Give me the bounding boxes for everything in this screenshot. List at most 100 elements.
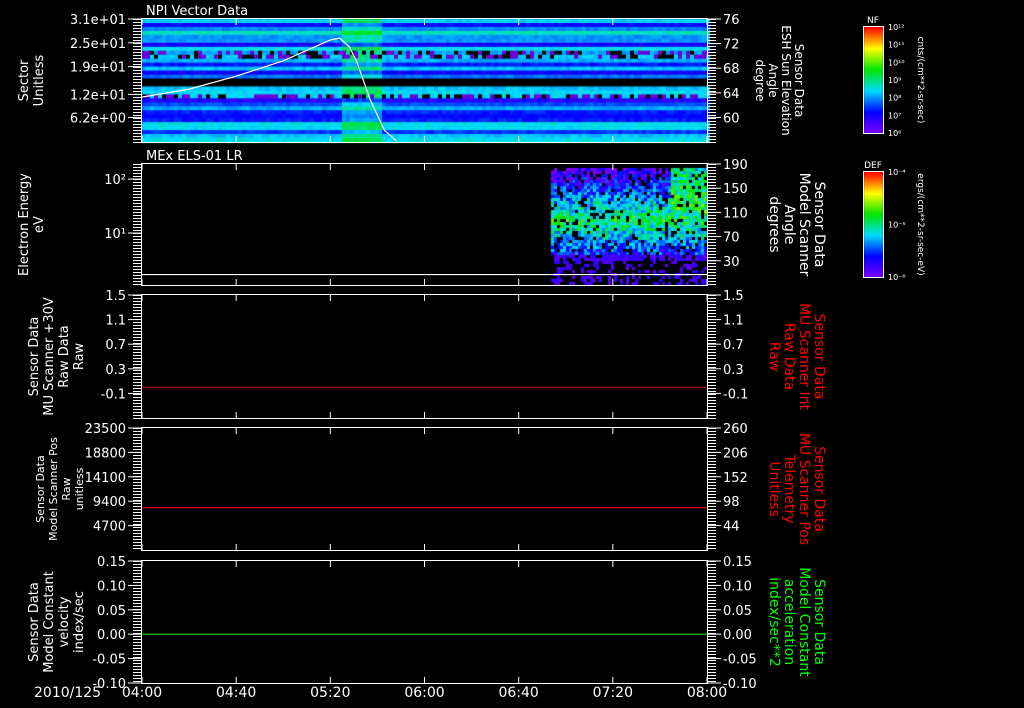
- right-tick-label: 150: [723, 182, 748, 197]
- x-tick-label: 04:40: [216, 685, 256, 701]
- right-tick-label: 1.1: [723, 314, 744, 329]
- right-tick-label: -0.10: [723, 677, 757, 692]
- panel-frame: [141, 560, 708, 684]
- right-axis-label: MU Scanner Pos: [796, 433, 812, 545]
- plot-window: 2010/125 NF 10¹² 10¹¹ 10¹⁰ 10⁹ 10⁸ 10⁷ 10⁶ cnts/…: [0, 0, 1024, 708]
- right-axis-label: Sensor Data: [811, 182, 827, 268]
- left-tick-label: 0.10: [97, 579, 126, 594]
- left-tick-label: 10²: [104, 173, 126, 188]
- right-axis-label: Angle: [781, 205, 797, 245]
- def-colorbar-tick: 10⁻⁵: [888, 221, 906, 230]
- nf-colorbar: [863, 26, 884, 134]
- right-tick-label: 0.7: [723, 338, 744, 353]
- nf-colorbar-tick: 10¹⁰: [888, 58, 905, 67]
- panel-title: MEx ELS-01 LR: [146, 149, 243, 164]
- right-axis-label: Sensor Data: [811, 446, 827, 532]
- left-tick-label: 23500: [85, 422, 126, 437]
- left-tick-label: 0.7: [105, 338, 126, 353]
- right-axis-label: Model Scanner: [796, 173, 812, 277]
- left-axis-label: Raw: [72, 342, 87, 370]
- right-tick-label: 0.3: [723, 363, 744, 378]
- right-tick-label: 152: [723, 471, 748, 486]
- right-tick-label: 0.05: [723, 604, 752, 619]
- right-tick-label: -0.1: [723, 387, 748, 402]
- left-tick-label: 0.05: [97, 604, 126, 619]
- right-axis-label: Telemetry: [781, 453, 797, 523]
- right-axis-label: Sensor Data: [811, 314, 827, 400]
- nf-colorbar-tick: 10¹¹: [888, 41, 905, 50]
- x-tick-label: 08:00: [687, 685, 727, 701]
- right-tick-label: 1.5: [723, 289, 744, 304]
- nf-colorbar-tick: 10⁶: [888, 129, 901, 138]
- panel-title: NPI Vector Data: [146, 4, 248, 19]
- def-colorbar-tick: 10⁻⁴: [888, 168, 906, 177]
- left-tick-label: 18800: [85, 446, 126, 461]
- right-tick-label: 30: [723, 255, 740, 270]
- right-tick-label: 0.15: [723, 555, 752, 570]
- nf-colorbar-tick: 10⁹: [888, 76, 901, 85]
- left-axis-label: velocity: [57, 596, 72, 647]
- left-tick-label: 0.15: [97, 555, 126, 570]
- panel-frame: [141, 427, 708, 551]
- right-axis-label: degrees: [766, 196, 782, 252]
- left-tick-label: -0.1: [101, 387, 126, 402]
- left-tick-label: 6.2e+00: [70, 111, 126, 126]
- left-axis-label: Model Constant: [42, 571, 57, 673]
- right-tick-label: 206: [723, 446, 748, 461]
- right-axis-label: index/sec**2: [766, 577, 782, 667]
- panel-frame: [141, 163, 708, 286]
- right-tick-label: 44: [723, 520, 740, 535]
- right-tick-label: 76: [723, 13, 740, 28]
- left-axis-label: eV: [32, 216, 47, 233]
- date-label: 2010/125: [34, 685, 101, 701]
- left-tick-label: 1.9e+01: [70, 61, 126, 76]
- left-tick-label: 0.00: [97, 628, 126, 643]
- right-tick-label: 72: [723, 38, 740, 53]
- nf-colorbar-units: cnts/(cm**2-sr-sec): [915, 37, 925, 124]
- left-axis-label: Unitless: [32, 54, 47, 106]
- x-tick-label: 04:00: [122, 685, 162, 701]
- left-tick-label: -0.05: [92, 653, 126, 668]
- left-axis-label: MU Scanner +30V: [42, 297, 57, 416]
- right-tick-label: -0.05: [723, 653, 757, 668]
- def-colorbar: [863, 171, 884, 278]
- right-tick-label: 110: [723, 206, 748, 221]
- panel-frame: [141, 18, 708, 143]
- left-axis-label: index/sec: [72, 591, 87, 653]
- panel-frame: [141, 294, 708, 419]
- def-colorbar-units: ergs/(cm**2-sr-sec-eV): [915, 173, 925, 275]
- nf-colorbar-tick: 10⁸: [888, 94, 901, 103]
- left-tick-label: 14100: [85, 471, 126, 486]
- left-axis-label: Raw Data: [57, 325, 72, 388]
- nf-colorbar-tick: 10⁷: [888, 111, 901, 120]
- right-tick-label: 70: [723, 231, 740, 246]
- right-tick-label: 60: [723, 111, 740, 126]
- left-tick-label: 1.5: [105, 289, 126, 304]
- left-axis-label: Model Scanner Pos: [47, 437, 60, 541]
- right-axis-label: Raw: [766, 342, 782, 371]
- left-axis-label: Electron Energy: [17, 173, 32, 276]
- left-axis-label: Sensor Data: [27, 582, 42, 662]
- stacked-plots: 2010/125 NF 10¹² 10¹¹ 10¹⁰ 10⁹ 10⁸ 10⁷ 10⁶ cnts/…: [17, 4, 925, 701]
- x-tick-label: 06:00: [404, 685, 444, 701]
- right-tick-label: 0.10: [723, 579, 752, 594]
- x-tick-label: 05:20: [310, 685, 350, 701]
- left-axis-label: Sensor Data: [27, 317, 42, 397]
- x-tick-label: 07:20: [593, 685, 633, 701]
- left-tick-label: 10¹: [104, 227, 126, 242]
- left-tick-label: 9400: [93, 495, 126, 510]
- left-tick-label: 2.5e+01: [70, 37, 126, 52]
- x-tick-label: 06:40: [498, 685, 538, 701]
- left-tick-label: 0.3: [105, 363, 126, 378]
- left-tick-label: 1.1: [105, 314, 126, 329]
- left-axis-label: unitless: [73, 467, 86, 510]
- right-axis-label: Sensor Data: [792, 44, 806, 118]
- right-axis-label: Unitless: [766, 461, 782, 517]
- left-tick-label: 3.1e+01: [70, 13, 126, 28]
- right-axis-label: Model Constant: [796, 567, 812, 677]
- left-tick-label: 1.2e+01: [70, 88, 126, 103]
- right-tick-label: 98: [723, 495, 740, 510]
- right-tick-label: 190: [723, 158, 748, 173]
- right-tick-label: 260: [723, 422, 748, 437]
- right-axis-label: Raw Data: [781, 323, 797, 390]
